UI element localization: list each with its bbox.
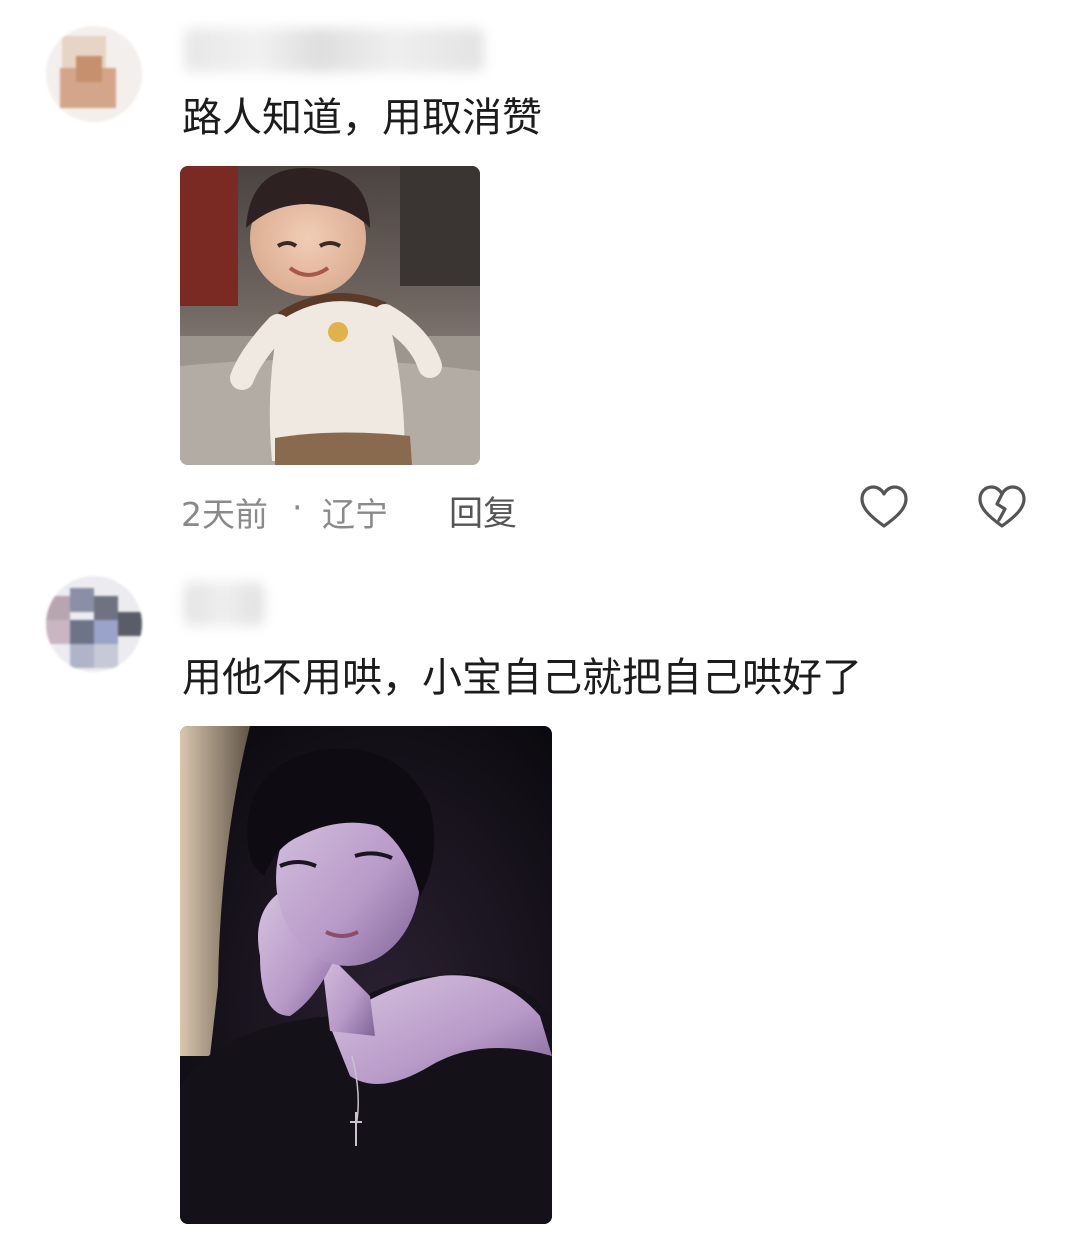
like-button[interactable] — [858, 482, 910, 534]
location: 辽宁 — [322, 495, 388, 534]
username-blurred[interactable] — [184, 582, 264, 626]
avatar[interactable] — [46, 576, 142, 672]
username-blurred[interactable] — [184, 28, 484, 72]
reply-button[interactable]: 回复 — [449, 486, 517, 535]
avatar[interactable] — [46, 26, 142, 122]
portrait-image-icon — [180, 726, 552, 1224]
comment-image-portrait[interactable] — [180, 726, 552, 1224]
meta-separator: · — [292, 488, 303, 527]
comment-image-toddler[interactable] — [180, 166, 480, 465]
comment-text: 路人知道，用取消赞 — [182, 95, 542, 141]
comment-item: 用他不用哄，小宝自己就把自己哄好了 — [0, 560, 1084, 1239]
heart-outline-icon — [860, 485, 908, 528]
comment-text: 用他不用哄，小宝自己就把自己哄好了 — [182, 655, 862, 701]
timestamp: 2天前 — [181, 495, 268, 534]
broken-heart-icon — [978, 485, 1026, 528]
dislike-button[interactable] — [976, 482, 1028, 534]
toddler-image-icon — [180, 166, 480, 465]
comment-item: 路人知道，用取消赞 2天前 · 辽宁 回复 — [0, 0, 1084, 560]
